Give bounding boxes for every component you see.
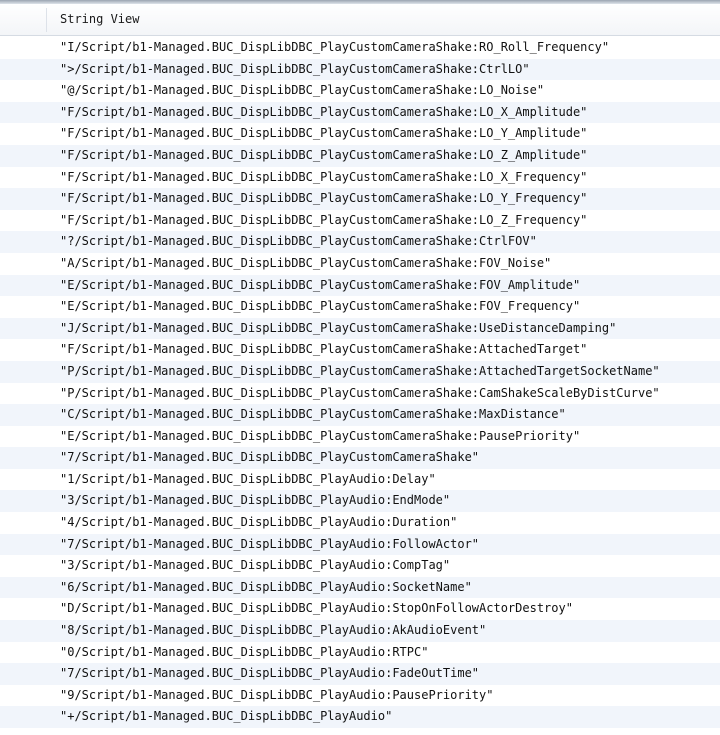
string-row[interactable]: "P/Script/b1-Managed.BUC_DispLibDBC_Play…: [0, 360, 720, 383]
string-row[interactable]: "F/Script/b1-Managed.BUC_DispLibDBC_Play…: [0, 101, 720, 124]
string-row[interactable]: "F/Script/b1-Managed.BUC_DispLibDBC_Play…: [0, 188, 720, 210]
string-row[interactable]: "F/Script/b1-Managed.BUC_DispLibDBC_Play…: [0, 144, 720, 167]
string-row[interactable]: "F/Script/b1-Managed.BUC_DispLibDBC_Play…: [0, 166, 720, 189]
column-header-string-view[interactable]: String View: [60, 12, 139, 26]
string-row[interactable]: "F/Script/b1-Managed.BUC_DispLibDBC_Play…: [0, 339, 720, 361]
string-row[interactable]: "1/Script/b1-Managed.BUC_DispLibDBC_Play…: [0, 468, 720, 491]
string-row[interactable]: "A/Script/b1-Managed.BUC_DispLibDBC_Play…: [0, 252, 720, 275]
string-row[interactable]: "E/Script/b1-Managed.BUC_DispLibDBC_Play…: [0, 274, 720, 297]
string-row[interactable]: "7/Script/b1-Managed.BUC_DispLibDBC_Play…: [0, 533, 720, 556]
string-row[interactable]: "F/Script/b1-Managed.BUC_DispLibDBC_Play…: [0, 209, 720, 232]
string-row[interactable]: "8/Script/b1-Managed.BUC_DispLibDBC_Play…: [0, 620, 720, 642]
string-view-window: String View "I/Script/b1-Managed.BUC_Dis…: [0, 0, 720, 735]
string-row[interactable]: "P/Script/b1-Managed.BUC_DispLibDBC_Play…: [0, 382, 720, 405]
string-row[interactable]: "@/Script/b1-Managed.BUC_DispLibDBC_Play…: [0, 80, 720, 102]
string-row[interactable]: "?/Script/b1-Managed.BUC_DispLibDBC_Play…: [0, 231, 720, 253]
string-row[interactable]: "4/Script/b1-Managed.BUC_DispLibDBC_Play…: [0, 512, 720, 534]
string-row[interactable]: "E/Script/b1-Managed.BUC_DispLibDBC_Play…: [0, 425, 720, 448]
string-row[interactable]: "E/Script/b1-Managed.BUC_DispLibDBC_Play…: [0, 296, 720, 318]
column-header[interactable]: String View: [0, 4, 720, 36]
string-row[interactable]: "6/Script/b1-Managed.BUC_DispLibDBC_Play…: [0, 576, 720, 599]
string-row[interactable]: "F/Script/b1-Managed.BUC_DispLibDBC_Play…: [0, 123, 720, 145]
string-row[interactable]: "9/Script/b1-Managed.BUC_DispLibDBC_Play…: [0, 684, 720, 707]
string-list[interactable]: "I/Script/b1-Managed.BUC_DispLibDBC_Play…: [0, 37, 720, 728]
string-row[interactable]: "7/Script/b1-Managed.BUC_DispLibDBC_Play…: [0, 663, 720, 685]
string-row[interactable]: "J/Script/b1-Managed.BUC_DispLibDBC_Play…: [0, 317, 720, 340]
string-row[interactable]: "I/Script/b1-Managed.BUC_DispLibDBC_Play…: [0, 37, 720, 59]
string-row[interactable]: "C/Script/b1-Managed.BUC_DispLibDBC_Play…: [0, 404, 720, 426]
string-row[interactable]: "0/Script/b1-Managed.BUC_DispLibDBC_Play…: [0, 641, 720, 664]
string-row[interactable]: "3/Script/b1-Managed.BUC_DispLibDBC_Play…: [0, 490, 720, 513]
string-row[interactable]: "3/Script/b1-Managed.BUC_DispLibDBC_Play…: [0, 555, 720, 577]
string-row[interactable]: "7/Script/b1-Managed.BUC_DispLibDBC_Play…: [0, 447, 720, 469]
string-row[interactable]: "+/Script/b1-Managed.BUC_DispLibDBC_Play…: [0, 706, 720, 728]
column-header-divider: [46, 8, 47, 32]
string-row[interactable]: "D/Script/b1-Managed.BUC_DispLibDBC_Play…: [0, 598, 720, 621]
string-row[interactable]: ">/Script/b1-Managed.BUC_DispLibDBC_Play…: [0, 58, 720, 81]
